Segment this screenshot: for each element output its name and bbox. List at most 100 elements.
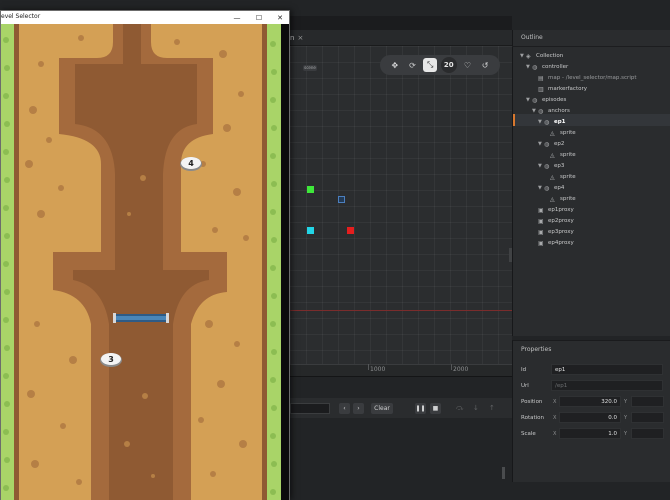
outline-item[interactable]: ▼ ◍ ep3 [538, 161, 564, 171]
position-x-field[interactable]: 320.0 [559, 396, 621, 407]
editor-menubar [290, 16, 512, 30]
outline-item[interactable]: ◬ sprite [544, 194, 576, 204]
minimize-icon[interactable]: — [229, 11, 245, 24]
close-icon[interactable]: ✕ [272, 11, 288, 24]
outline-item[interactable]: ▼ ◈ Collection [520, 51, 563, 61]
maximize-icon[interactable]: ☐ [251, 11, 267, 24]
properties-panel [512, 340, 670, 482]
level-number-label: 4 [188, 159, 194, 168]
collection-icon: ◈ [526, 52, 531, 60]
proxy-icon: ▣ [538, 206, 544, 214]
outline-item[interactable]: ▼ ◍ episodes [526, 95, 566, 105]
properties-title: Properties [521, 346, 552, 353]
outline-item[interactable]: ▼ ◍ ep2 [538, 139, 564, 149]
stop-button[interactable]: ■ [430, 403, 441, 414]
window-titlebar[interactable]: evel Selector — ☐ ✕ [1, 11, 289, 24]
rotation-y-axis-label: Y [624, 415, 628, 421]
outline-item[interactable]: ▣ ep2proxy [532, 216, 574, 226]
console-search-input[interactable] [290, 403, 330, 414]
rotate-tool-icon[interactable]: ⟳ [405, 58, 419, 72]
grid-size-badge[interactable]: 20 [440, 57, 457, 73]
console-clear-button[interactable]: Clear [371, 403, 393, 414]
step-over-icon[interactable]: ⤼ [456, 404, 463, 413]
level-marker-3[interactable]: 3 [100, 353, 122, 367]
step-out-icon[interactable]: ↑ [489, 404, 495, 412]
pause-button[interactable]: ❚❚ [415, 403, 426, 414]
close-tab-icon[interactable]: × [297, 34, 303, 42]
window-frame-edge [281, 24, 289, 500]
outline-item[interactable]: ▣ ep1proxy [532, 205, 574, 215]
position-label: Position [521, 399, 543, 405]
scene-marker-green[interactable] [307, 186, 314, 193]
game-object-icon: ◍ [544, 184, 550, 192]
scale-y-axis-label: Y [624, 431, 628, 437]
proxy-icon: ▣ [538, 228, 544, 236]
bridge-gate[interactable] [113, 313, 169, 323]
rotation-label: Rotation [521, 415, 545, 421]
viewport-toolbar: ✥ ⟳ ⤡ 20 ♡ ↺ [380, 55, 500, 75]
outline-item[interactable]: ◬ sprite [544, 150, 576, 160]
level-marker-4[interactable]: 4 [180, 157, 202, 171]
url-field[interactable]: /ep1 [551, 380, 663, 391]
scale-label: Scale [521, 431, 536, 437]
outline-item[interactable]: ◬ sprite [544, 128, 576, 138]
outline-item-label: ep3 [554, 163, 565, 169]
scale-x-field[interactable]: 1.0 [559, 428, 621, 439]
sprite-icon: ◬ [550, 151, 555, 159]
outline-item-label: controller [542, 64, 569, 70]
grass-border-right [267, 24, 281, 500]
outline-item[interactable]: ▤ map - /level_selector/map.script [532, 73, 637, 83]
level-selector-window: evel Selector — ☐ ✕ 4 3 [0, 10, 290, 500]
console-scrollbar[interactable] [502, 467, 505, 479]
id-field[interactable]: ep1 [551, 364, 663, 375]
scene-marker-blue[interactable] [338, 196, 345, 203]
outline-item-label: sprite [560, 196, 576, 202]
position-x-axis-label: X [553, 399, 557, 405]
game-canvas[interactable]: 4 3 [1, 24, 281, 500]
outline-title: Outline [521, 34, 543, 41]
step-in-icon[interactable]: ↓ [473, 404, 479, 412]
url-label: Url [521, 383, 529, 389]
game-object-icon: ◍ [538, 107, 544, 115]
ruler-tick-label: 1000 [370, 366, 386, 373]
outline-item[interactable]: ▼ ◍ ep4 [538, 183, 564, 193]
scene-marker-red[interactable] [347, 227, 354, 234]
script-icon: ▤ [538, 74, 544, 82]
outline-item-label: ep2proxy [548, 218, 574, 224]
outline-item[interactable]: ▣ ep4proxy [532, 238, 574, 248]
outline-item-label: map - /level_selector/map.script [548, 75, 637, 81]
game-object-icon: ◍ [544, 140, 550, 148]
position-y-field[interactable] [631, 396, 664, 407]
scale-tool-icon[interactable]: ⤡ [423, 58, 438, 72]
outline-item[interactable]: ▼ ◍ controller [526, 62, 568, 72]
proxy-icon: ▣ [538, 239, 544, 247]
scale-y-field[interactable] [631, 428, 664, 439]
rotation-y-field[interactable] [631, 412, 664, 423]
outline-item-label: episodes [542, 97, 567, 103]
outline-item[interactable]: ▼ ◍ anchors [532, 106, 570, 116]
scene-viewport[interactable] [290, 46, 512, 364]
rotation-x-field[interactable]: 0.0 [559, 412, 621, 423]
scale-x-axis-label: X [553, 431, 557, 437]
console-next-button[interactable]: › [353, 403, 364, 414]
sprite-icon: ◬ [550, 129, 555, 137]
viewport-axis-line [290, 310, 512, 311]
ruler-tick [368, 364, 369, 370]
move-tool-icon[interactable]: ✥ [388, 58, 402, 72]
outline-item[interactable]: ▼ ◍ ep1 [538, 117, 566, 127]
outline-item[interactable]: ▣ ep3proxy [532, 227, 574, 237]
outline-item-label: sprite [560, 174, 576, 180]
outline-item[interactable]: ◬ sprite [544, 172, 576, 182]
camera-reset-icon[interactable]: ↺ [478, 58, 492, 72]
scene-tab-label: n [290, 34, 295, 42]
scene-badge: scene [303, 65, 317, 71]
console-prev-button[interactable]: ‹ [339, 403, 350, 414]
outline-item[interactable]: ▥ markerfactory [532, 84, 587, 94]
visibility-icon[interactable]: ♡ [460, 58, 474, 72]
outline-item-label: ep3proxy [548, 229, 574, 235]
outline-divider [512, 46, 670, 47]
id-label: Id [521, 367, 527, 373]
scene-marker-cyan[interactable] [307, 227, 314, 234]
console-panel [290, 376, 512, 500]
scene-tab[interactable]: n × [290, 30, 307, 46]
